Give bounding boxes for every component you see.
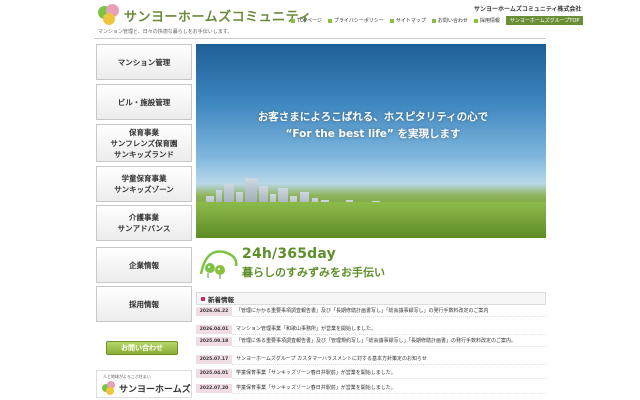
news-item[interactable]: 2022.07.20 学童保育事業「サンキッズゾーン春日井駅前」が営業を開始しま…: [196, 384, 546, 394]
news-text[interactable]: 「管理にかかる重要事項調査報告書」及び「長期修繕計画書写し」「総会議事録写し」の…: [232, 307, 546, 317]
news-date: 2026.06.22: [196, 307, 232, 316]
news-item[interactable]: 2026.06.22 「管理にかかる重要事項調査報告書」及び「長期修繕計画書写し…: [196, 307, 546, 317]
site-header: サンヨーホームズコミュニティ サンヨーホームズコミュニティ株式会社 TOPページ…: [0, 0, 640, 40]
company-name: サンヨーホームズコミュニティ株式会社: [474, 6, 582, 13]
bullet-icon: [389, 18, 394, 23]
service-subtitle: 暮らしのすみずみをお手伝い: [242, 266, 385, 279]
logo-text: サンヨーホームズコミュニティ: [124, 9, 312, 25]
banner-tagline: 人と地球がよろこぶ住まい: [103, 374, 151, 379]
hero-banner: お客さまによろこばれる、ホスピタリティの心で “For the best lif…: [196, 44, 546, 238]
news-date: 2022.07.20: [196, 384, 232, 393]
bullet-icon: [327, 18, 332, 23]
nav-after-school[interactable]: 学童保育事業 サンキッズゾーン: [96, 166, 192, 202]
site-logo[interactable]: サンヨーホームズコミュニティ: [98, 4, 312, 26]
group-top-link[interactable]: サンヨーホームズグループTOP: [505, 16, 584, 25]
bullet-icon: [431, 18, 436, 23]
top-link-recruit[interactable]: 採用情報: [473, 17, 500, 24]
top-link-privacy[interactable]: プライバシーポリシー: [327, 17, 384, 24]
news-item[interactable]: 2025.04.01 学童保育事業「サンキッズゾーン春日井駅前」が営業を開始しま…: [196, 369, 546, 379]
hero-subheadline: “For the best life” を実現します: [285, 128, 461, 140]
banner-name: サンヨーホームズ: [119, 384, 191, 395]
nav-building-management[interactable]: ビル・施設管理: [96, 84, 192, 120]
sanyo-homes-banner[interactable]: 人と地球がよろこぶ住まい サンヨーホームズ: [96, 370, 192, 398]
nav-mansion-management[interactable]: マンション管理: [96, 44, 192, 80]
nav-childcare[interactable]: 保育事業 サンフレンズ保育園 サンキッズランド: [96, 124, 192, 162]
nav-recruit[interactable]: 採用情報: [96, 286, 192, 322]
news-heading: 新着情報: [196, 292, 546, 305]
header-divider: [94, 38, 546, 39]
top-link-contact[interactable]: お問い合わせ: [431, 17, 468, 24]
top-link-sitemap[interactable]: サイトマップ: [389, 17, 426, 24]
news-date: 2025.07.17: [196, 355, 232, 364]
birds-icon: [199, 250, 238, 279]
heading-bullet-icon: [201, 296, 205, 301]
service-title: 24h/365day: [242, 246, 336, 262]
banner-logo-icon: [102, 381, 116, 395]
news-text[interactable]: 学童保育事業「サンキッズゾーン春日井駅前」が営業を開始しました。: [232, 369, 546, 379]
logo-mark-icon: [98, 4, 120, 26]
news-item[interactable]: 2026.04.01 マンション管理事業「和歌山事務所」が営業を開始しました。: [196, 325, 546, 335]
grass-field-image: [196, 202, 546, 238]
news-text[interactable]: マンション管理事業「和歌山事務所」が営業を開始しました。: [232, 325, 546, 335]
news-text[interactable]: サンヨーホームズグループ カスタマーハラスメントに対する基本方針策定のお知らせ: [232, 355, 546, 365]
news-date: 2026.04.01: [196, 325, 232, 334]
news-date: 2025.04.01: [196, 369, 232, 378]
news-text[interactable]: 学童保育事業「サンキッズゾーン春日井駅前」が営業を開始しました。: [232, 384, 546, 394]
bullet-icon: [473, 18, 478, 23]
top-link-top[interactable]: TOPページ: [291, 17, 322, 24]
news-text[interactable]: 「管理に係る重要事項調査報告書」及び「管理規約写し」「総会議事録写し」「長期修繕…: [232, 337, 546, 347]
hero-headline: お客さまによろこばれる、ホスピタリティの心で: [257, 111, 489, 123]
nav-company-info[interactable]: 企業情報: [96, 247, 192, 283]
site-tagline: マンション管理と、日々の快適な暮らしをお手伝いします。: [98, 29, 233, 35]
contact-button[interactable]: お問い合わせ: [106, 341, 178, 355]
news-date: 2025.09.18: [196, 337, 232, 346]
service-banner[interactable]: 24h/365day 暮らしのすみずみをお手伝い: [196, 244, 546, 288]
news-item[interactable]: 2025.09.18 「管理に係る重要事項調査報告書」及び「管理規約写し」「総会…: [196, 337, 546, 347]
news-item[interactable]: 2025.07.17 サンヨーホームズグループ カスタマーハラスメントに対する基…: [196, 355, 546, 365]
bullet-icon: [291, 18, 295, 23]
top-links: TOPページ プライバシーポリシー サイトマップ お問い合わせ 採用情報 サンヨ…: [291, 16, 584, 25]
nav-nursing-care[interactable]: 介護事業 サンアドバンス: [96, 205, 192, 241]
